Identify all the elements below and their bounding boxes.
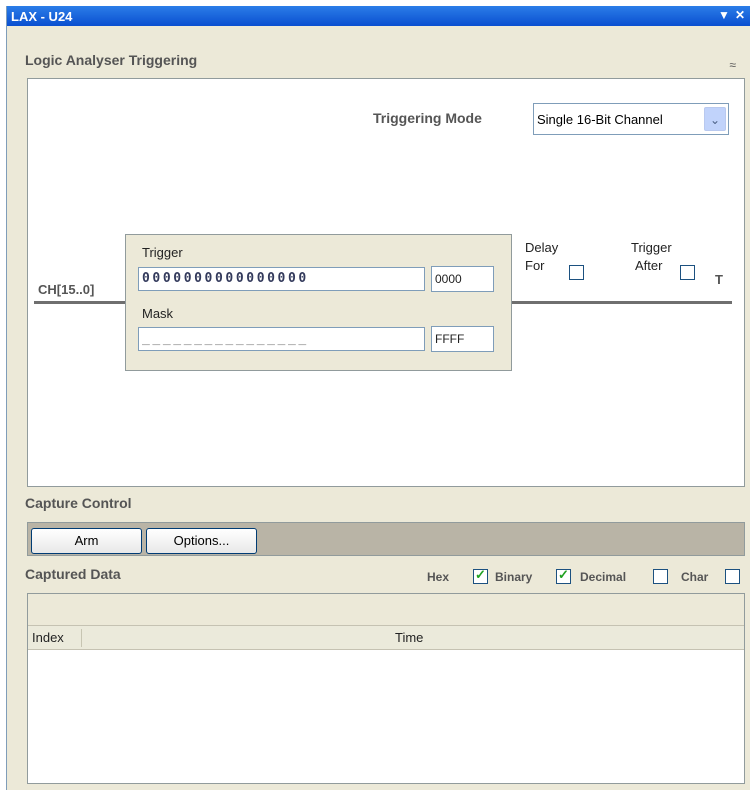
delay-label: Delay <box>525 240 559 255</box>
collapse-chevrons-icon[interactable]: ≈ <box>729 58 736 72</box>
decimal-format-checkbox[interactable] <box>653 569 668 584</box>
binary-format-checkbox[interactable] <box>556 567 571 584</box>
column-divider[interactable] <box>81 629 82 647</box>
table-header: Index Time <box>28 626 744 650</box>
trigger-after-checkbox[interactable] <box>680 265 695 280</box>
chevron-down-icon[interactable]: ⌄ <box>704 107 726 131</box>
trigger-label: Trigger <box>142 245 183 260</box>
bus-line-right <box>512 301 732 304</box>
trigger-hex-field[interactable]: 0000 <box>431 266 494 292</box>
channel-label: CH[15..0] <box>38 282 95 297</box>
window-title: LAX - U24 <box>11 9 73 24</box>
column-header-time[interactable]: Time <box>395 630 423 645</box>
decimal-format-label: Decimal <box>580 570 627 584</box>
captured-data-table: Index Time <box>27 593 745 784</box>
bus-line-left <box>34 301 126 304</box>
delay-for-label: For <box>525 258 545 273</box>
delay-for-checkbox[interactable] <box>569 265 584 280</box>
arm-button[interactable]: Arm <box>31 528 142 554</box>
triggering-mode-label: Triggering Mode <box>373 110 482 126</box>
captured-data-section-title: Captured Data <box>25 566 121 582</box>
column-header-index[interactable]: Index <box>32 630 64 645</box>
captured-data-toolbar <box>28 594 744 626</box>
hex-format-label: Hex <box>427 570 450 584</box>
hex-format-checkbox[interactable] <box>473 567 488 584</box>
options-button[interactable]: Options... <box>146 528 257 554</box>
triggering-panel: Triggering Mode Single 16-Bit Channel ⌄ … <box>27 78 745 487</box>
char-format-label: Char <box>681 570 709 584</box>
char-format-checkbox[interactable] <box>725 569 740 584</box>
mask-hex-field[interactable]: FFFF <box>431 326 494 352</box>
trigger-bits-field[interactable]: 0000000000000000 <box>138 267 425 291</box>
trigger-after-label-2: After <box>635 258 663 273</box>
t-label: T <box>715 272 723 287</box>
trigger-pattern-box: Trigger 0000000000000000 0000 Mask _____… <box>125 234 512 371</box>
triggering-mode-value: Single 16-Bit Channel <box>537 112 663 127</box>
window-menu-icon[interactable]: ▼ <box>718 8 730 22</box>
trigger-after-label: Trigger <box>631 240 672 255</box>
triggering-section-title: Logic Analyser Triggering <box>25 52 198 68</box>
capture-toolbar: Arm Options... <box>27 522 745 556</box>
mask-label: Mask <box>142 306 174 321</box>
lax-window: LAX - U24 ▼ ✕ Logic Analyser Triggering … <box>6 6 750 790</box>
triggering-mode-select[interactable]: Single 16-Bit Channel ⌄ <box>533 103 729 135</box>
title-bar: LAX - U24 ▼ ✕ <box>7 6 750 26</box>
mask-bits-field[interactable]: ________________ <box>138 327 425 351</box>
capture-section-title: Capture Control <box>25 495 132 511</box>
close-icon[interactable]: ✕ <box>735 8 745 22</box>
binary-format-label: Binary <box>495 570 533 584</box>
